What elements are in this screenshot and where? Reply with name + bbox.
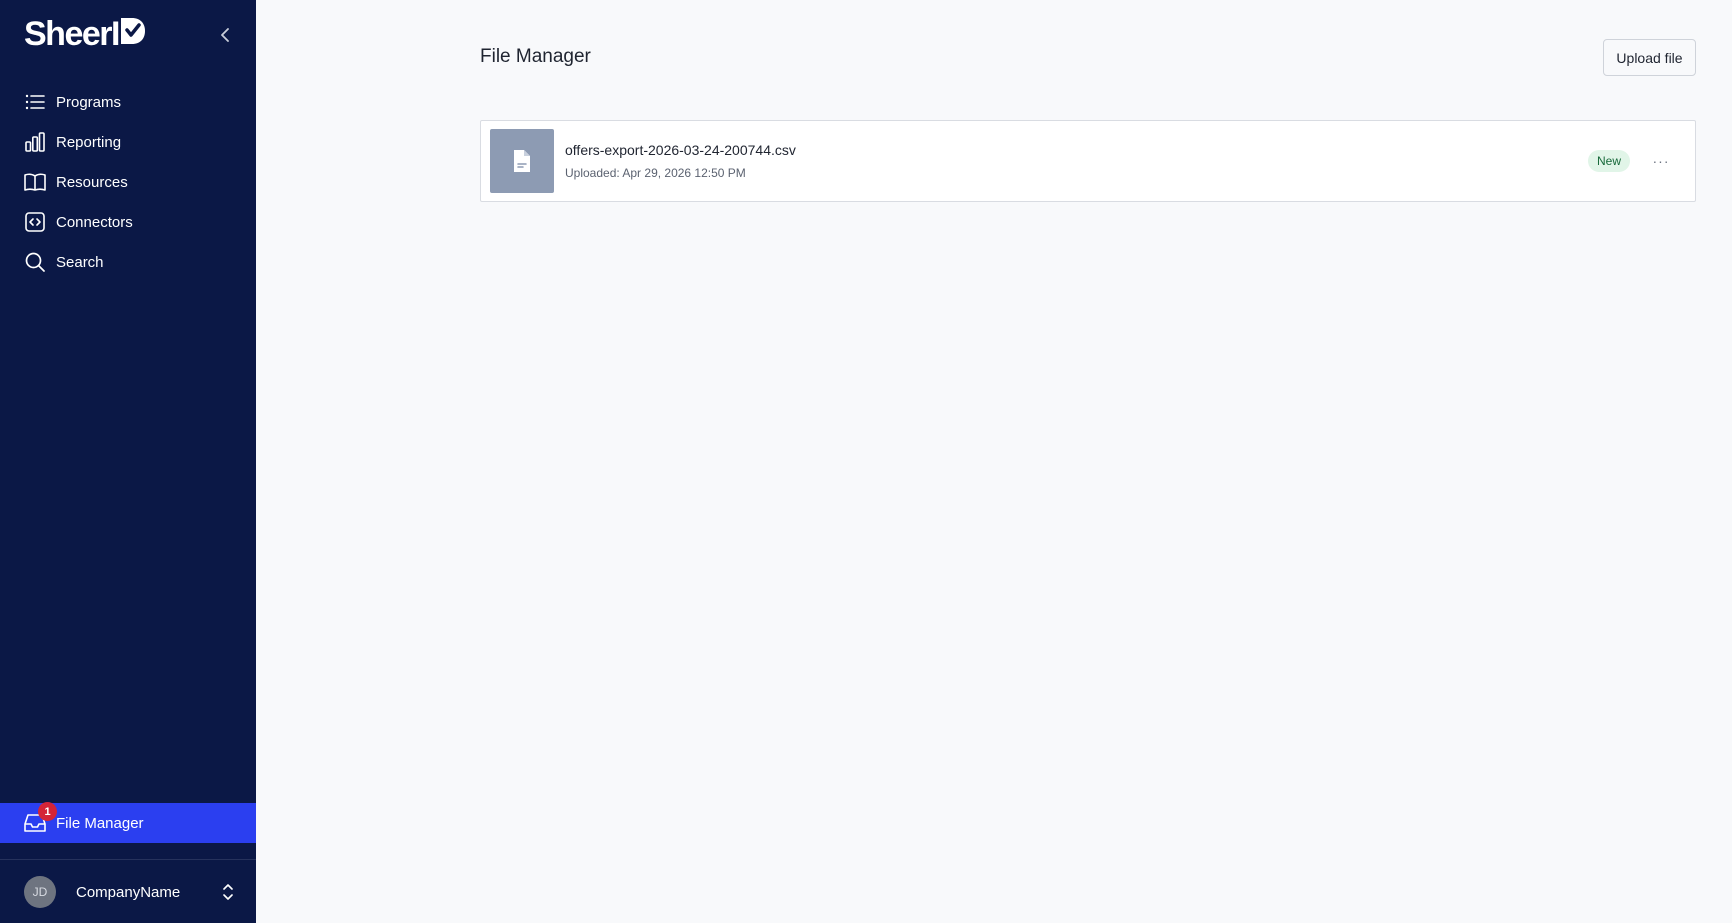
file-list-item[interactable]: offers-export-2026-03-24-200744.csv Uplo…: [480, 120, 1696, 202]
sidebar-divider: [0, 859, 256, 860]
sidebar-item-search[interactable]: Search: [0, 242, 256, 282]
logo-text: SheerI: [24, 15, 120, 53]
collapse-sidebar-button[interactable]: [214, 24, 236, 46]
logo-check-mark: [120, 16, 146, 52]
more-options-button[interactable]: ···: [1648, 149, 1674, 173]
sheerid-logo[interactable]: SheerI: [24, 16, 146, 52]
sidebar-item-connectors[interactable]: Connectors: [0, 202, 256, 242]
sidebar: SheerI Programs Reporting Resources Conn…: [0, 0, 256, 923]
sidebar-item-label: Search: [56, 253, 104, 271]
bar-chart-icon: [24, 131, 46, 153]
sidebar-item-reporting[interactable]: Reporting: [0, 122, 256, 162]
file-upload-date: Uploaded: Apr 29, 2026 12:50 PM: [565, 166, 746, 180]
sidebar-item-label: File Manager: [56, 814, 144, 832]
chevron-left-icon: [221, 28, 229, 42]
avatar: JD: [24, 876, 56, 908]
sidebar-item-resources[interactable]: Resources: [0, 162, 256, 202]
chevron-up-down-icon: [220, 882, 236, 902]
search-icon: [24, 251, 46, 273]
sidebar-item-label: Programs: [56, 93, 122, 111]
sidebar-nav: Programs Reporting Resources Connectors …: [0, 82, 256, 282]
sidebar-item-label: Resources: [56, 173, 128, 191]
sidebar-item-programs[interactable]: Programs: [0, 82, 256, 122]
company-name: CompanyName: [76, 883, 181, 901]
page-title: File Manager: [480, 46, 591, 67]
notification-badge: 1: [38, 802, 57, 821]
sidebar-item-label: Connectors: [56, 213, 133, 231]
file-thumbnail: [490, 129, 554, 193]
upload-file-button[interactable]: Upload file: [1603, 39, 1696, 76]
book-icon: [24, 171, 46, 193]
file-name[interactable]: offers-export-2026-03-24-200744.csv: [565, 142, 796, 158]
code-icon: [24, 211, 46, 233]
status-badge: New: [1588, 150, 1630, 172]
document-icon: [514, 150, 530, 172]
list-icon: [24, 91, 46, 113]
sidebar-item-label: Reporting: [56, 133, 122, 151]
account-switcher[interactable]: JD CompanyName: [24, 876, 236, 908]
